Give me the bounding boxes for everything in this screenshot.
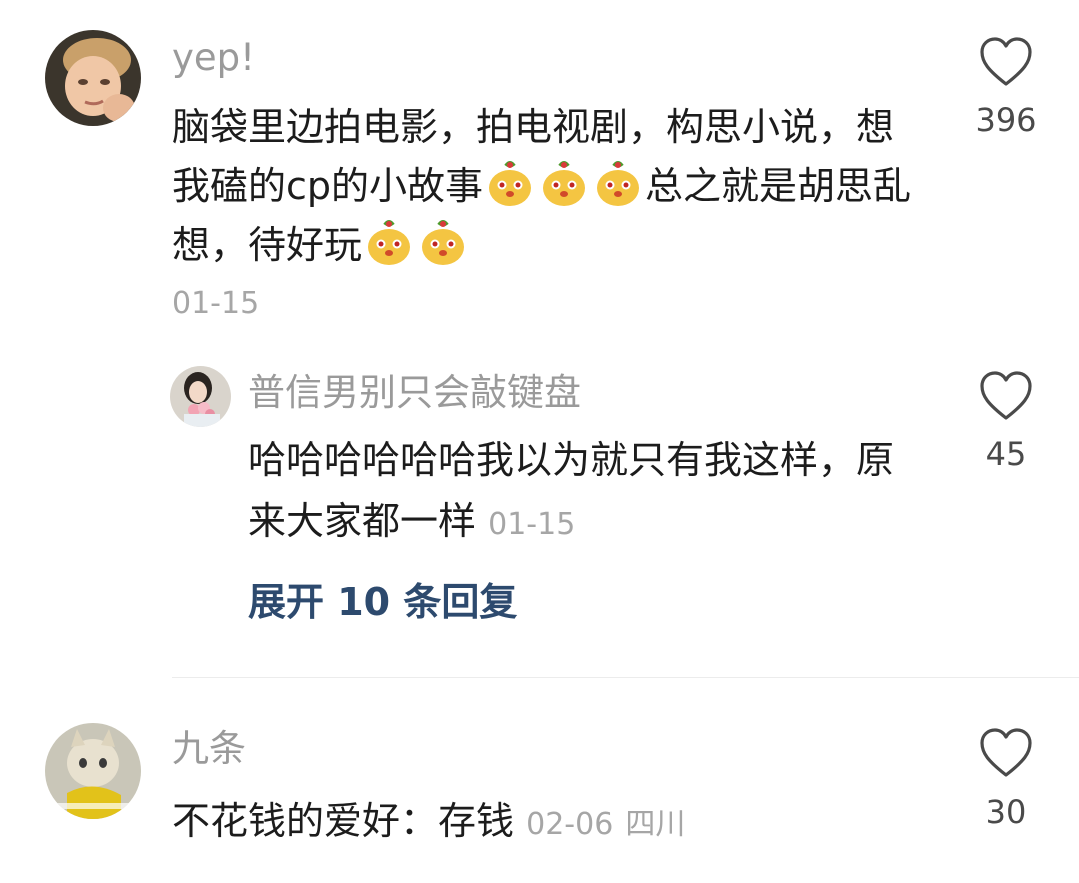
comment-text-content: 不花钱的爱好：存钱 <box>172 799 515 843</box>
avatar[interactable] <box>170 366 231 427</box>
avatar[interactable] <box>45 30 141 126</box>
comment-date: 01-15 <box>172 286 260 321</box>
squash-face-emoji <box>418 218 468 268</box>
heart-outline-icon[interactable] <box>978 36 1034 88</box>
avatar[interactable] <box>45 723 141 819</box>
reply-text: 哈哈哈哈哈哈我以为就只有我这样，原来大家都一样 01-15 <box>248 430 908 555</box>
expand-replies-link[interactable]: 展开 10 条回复 <box>248 577 517 627</box>
squash-face-emoji <box>364 218 414 268</box>
divider <box>172 677 1079 678</box>
squash-face-emoji <box>485 159 535 209</box>
heart-outline-icon[interactable] <box>978 370 1034 422</box>
comment-date: 02-06 <box>526 807 614 842</box>
like-count: 45 <box>985 435 1027 473</box>
comment-location: 四川 <box>625 807 686 842</box>
squash-face-emoji <box>593 159 643 209</box>
reply-date: 01-15 <box>488 507 576 542</box>
squash-face-emoji <box>539 159 589 209</box>
comment-text: 不花钱的爱好：存钱 02-06 四川 <box>172 792 952 854</box>
like-count: 396 <box>975 101 1037 139</box>
username[interactable]: 九条 <box>172 727 246 771</box>
comment-text: 脑袋里边拍电影，拍电视剧，构思小说，想我磕的cp的小故事 总之就是胡思乱想，待好玩 <box>172 98 917 275</box>
like-count: 30 <box>985 793 1027 831</box>
username[interactable]: yep! <box>172 36 255 80</box>
username[interactable]: 普信男别只会敲键盘 <box>248 371 581 415</box>
heart-outline-icon[interactable] <box>978 727 1034 779</box>
